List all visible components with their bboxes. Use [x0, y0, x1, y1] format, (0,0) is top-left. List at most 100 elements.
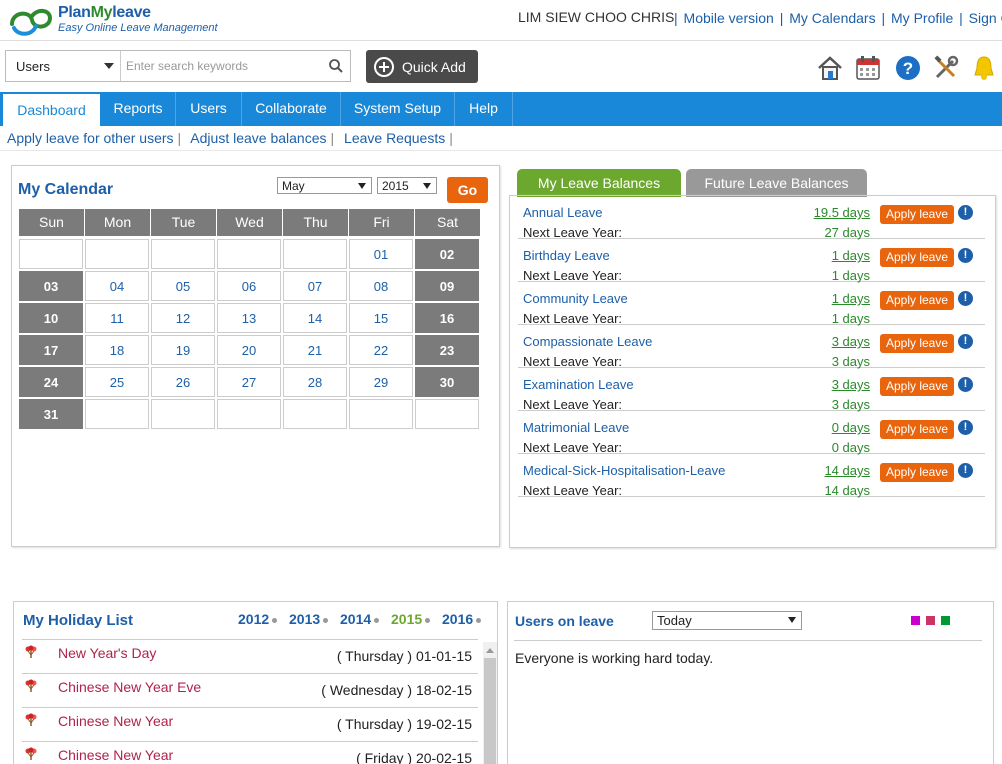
calendar-day-header: Mon	[85, 209, 150, 236]
logo[interactable]: PlanMyleave Easy Online Leave Management	[8, 4, 218, 38]
tab-my-leave-balances[interactable]: My Leave Balances	[517, 169, 681, 197]
leave-days-link[interactable]: 0 days	[832, 420, 870, 435]
leave-type-link[interactable]: Community Leave	[523, 291, 628, 306]
info-icon[interactable]: !	[958, 334, 973, 349]
users-on-leave-filter[interactable]: Today	[652, 611, 802, 630]
search-input[interactable]	[122, 51, 322, 81]
tools-icon[interactable]	[932, 54, 960, 82]
leave-type-link[interactable]: Annual Leave	[523, 205, 603, 220]
calendar-date-cell[interactable]: 25	[85, 367, 149, 397]
info-icon[interactable]: !	[958, 463, 973, 478]
tab-help[interactable]: Help	[455, 92, 513, 126]
leave-days-link[interactable]: 1 days	[832, 248, 870, 263]
holiday-scrollbar[interactable]	[483, 642, 497, 764]
calendar-date-cell[interactable]: 17	[19, 335, 83, 365]
info-icon[interactable]: !	[958, 248, 973, 263]
calendar-date-cell[interactable]: 26	[151, 367, 215, 397]
leave-type-link[interactable]: Medical-Sick-Hospitalisation-Leave	[523, 463, 725, 478]
leave-requests-link[interactable]: Leave Requests	[344, 130, 445, 146]
info-icon[interactable]: !	[958, 377, 973, 392]
year-link[interactable]: 2014	[340, 611, 380, 627]
quick-add-label: Quick Add	[402, 58, 466, 75]
tab-reports[interactable]: Reports	[101, 92, 176, 126]
calendar-date-cell[interactable]: 12	[151, 303, 215, 333]
calendar-date-cell[interactable]: 11	[85, 303, 149, 333]
calendar-date-cell[interactable]: 18	[85, 335, 149, 365]
calendar-date-cell[interactable]: 05	[151, 271, 215, 301]
apply-leave-button[interactable]: Apply leave	[880, 248, 954, 267]
calendar-date-cell[interactable]: 31	[19, 399, 83, 429]
calendar-date-cell[interactable]: 03	[19, 271, 83, 301]
calendar-date-cell[interactable]: 15	[349, 303, 413, 333]
calendar-date-cell[interactable]: 14	[283, 303, 347, 333]
tab-users[interactable]: Users	[176, 92, 242, 126]
bell-icon[interactable]	[970, 54, 998, 82]
calendar-icon[interactable]	[854, 54, 882, 82]
year-link[interactable]: 2013	[289, 611, 329, 627]
calendar-date-cell[interactable]: 29	[349, 367, 413, 397]
calendar-date-cell[interactable]: 21	[283, 335, 347, 365]
leave-days-link[interactable]: 14 days	[824, 463, 870, 478]
scroll-thumb[interactable]	[484, 658, 496, 764]
info-icon[interactable]: !	[958, 205, 973, 220]
tab-collaborate[interactable]: Collaborate	[242, 92, 341, 126]
calendar-date-cell[interactable]: 04	[85, 271, 149, 301]
adjust-leave-balances-link[interactable]: Adjust leave balances	[190, 130, 326, 146]
my-calendars-link[interactable]: My Calendars	[789, 10, 875, 26]
home-icon[interactable]	[816, 54, 844, 82]
leave-type-link[interactable]: Compassionate Leave	[523, 334, 652, 349]
apply-leave-button[interactable]: Apply leave	[880, 205, 954, 224]
calendar-empty-cell	[151, 239, 215, 269]
my-profile-link[interactable]: My Profile	[891, 10, 953, 26]
calendar-date-cell[interactable]: 20	[217, 335, 281, 365]
leave-type-link[interactable]: Examination Leave	[523, 377, 634, 392]
tab-future-leave-balances[interactable]: Future Leave Balances	[686, 169, 867, 197]
calendar-date-cell[interactable]: 09	[415, 271, 479, 301]
scroll-up-arrow[interactable]	[486, 648, 494, 653]
calendar-date-cell[interactable]: 22	[349, 335, 413, 365]
leave-days-link[interactable]: 3 days	[832, 377, 870, 392]
search-icon[interactable]	[328, 58, 344, 74]
tab-dashboard[interactable]: Dashboard	[2, 93, 101, 126]
leave-type-link[interactable]: Matrimonial Leave	[523, 420, 629, 435]
year-link[interactable]: 2012	[238, 611, 278, 627]
leave-days-link[interactable]: 19.5 days	[814, 205, 870, 220]
leave-days-link[interactable]: 1 days	[832, 291, 870, 306]
calendar-date-cell[interactable]: 08	[349, 271, 413, 301]
calendar-date-cell[interactable]: 06	[217, 271, 281, 301]
sign-out-link[interactable]: Sign Out	[969, 10, 1002, 26]
calendar-date-cell[interactable]: 19	[151, 335, 215, 365]
calendar-date-cell[interactable]: 10	[19, 303, 83, 333]
calendar-date-cell[interactable]: 30	[415, 367, 479, 397]
calendar-date-cell[interactable]: 24	[19, 367, 83, 397]
info-icon[interactable]: !	[958, 420, 973, 435]
calendar-date-cell[interactable]: 07	[283, 271, 347, 301]
apply-leave-button[interactable]: Apply leave	[880, 334, 954, 353]
calendar-date-cell[interactable]: 02	[415, 239, 479, 269]
tab-system-setup[interactable]: System Setup	[341, 92, 455, 126]
mobile-version-link[interactable]: Mobile version	[684, 10, 774, 26]
year-link[interactable]: 2016	[442, 611, 482, 627]
calendar-date-cell[interactable]: 13	[217, 303, 281, 333]
quick-add-button[interactable]: Quick Add	[366, 50, 478, 83]
leave-type-link[interactable]: Birthday Leave	[523, 248, 610, 263]
plus-icon	[374, 56, 394, 77]
calendar-date-cell[interactable]: 16	[415, 303, 479, 333]
search-category-select[interactable]: Users	[6, 51, 121, 81]
calendar-date-cell[interactable]: 27	[217, 367, 281, 397]
calendar-date-cell[interactable]: 23	[415, 335, 479, 365]
leave-days-link[interactable]: 3 days	[832, 334, 870, 349]
apply-leave-button[interactable]: Apply leave	[880, 291, 954, 310]
apply-leave-button[interactable]: Apply leave	[880, 377, 954, 396]
calendar-date-cell[interactable]: 01	[349, 239, 413, 269]
year-select[interactable]: 2015	[377, 177, 437, 194]
apply-leave-button[interactable]: Apply leave	[880, 420, 954, 439]
info-icon[interactable]: !	[958, 291, 973, 306]
apply-leave-others-link[interactable]: Apply leave for other users	[7, 130, 174, 146]
month-select[interactable]: May	[277, 177, 372, 194]
go-button[interactable]: Go	[447, 177, 488, 203]
help-icon[interactable]: ?	[894, 54, 922, 82]
apply-leave-button[interactable]: Apply leave	[880, 463, 954, 482]
calendar-date-cell[interactable]: 28	[283, 367, 347, 397]
year-link[interactable]: 2015	[391, 611, 431, 627]
